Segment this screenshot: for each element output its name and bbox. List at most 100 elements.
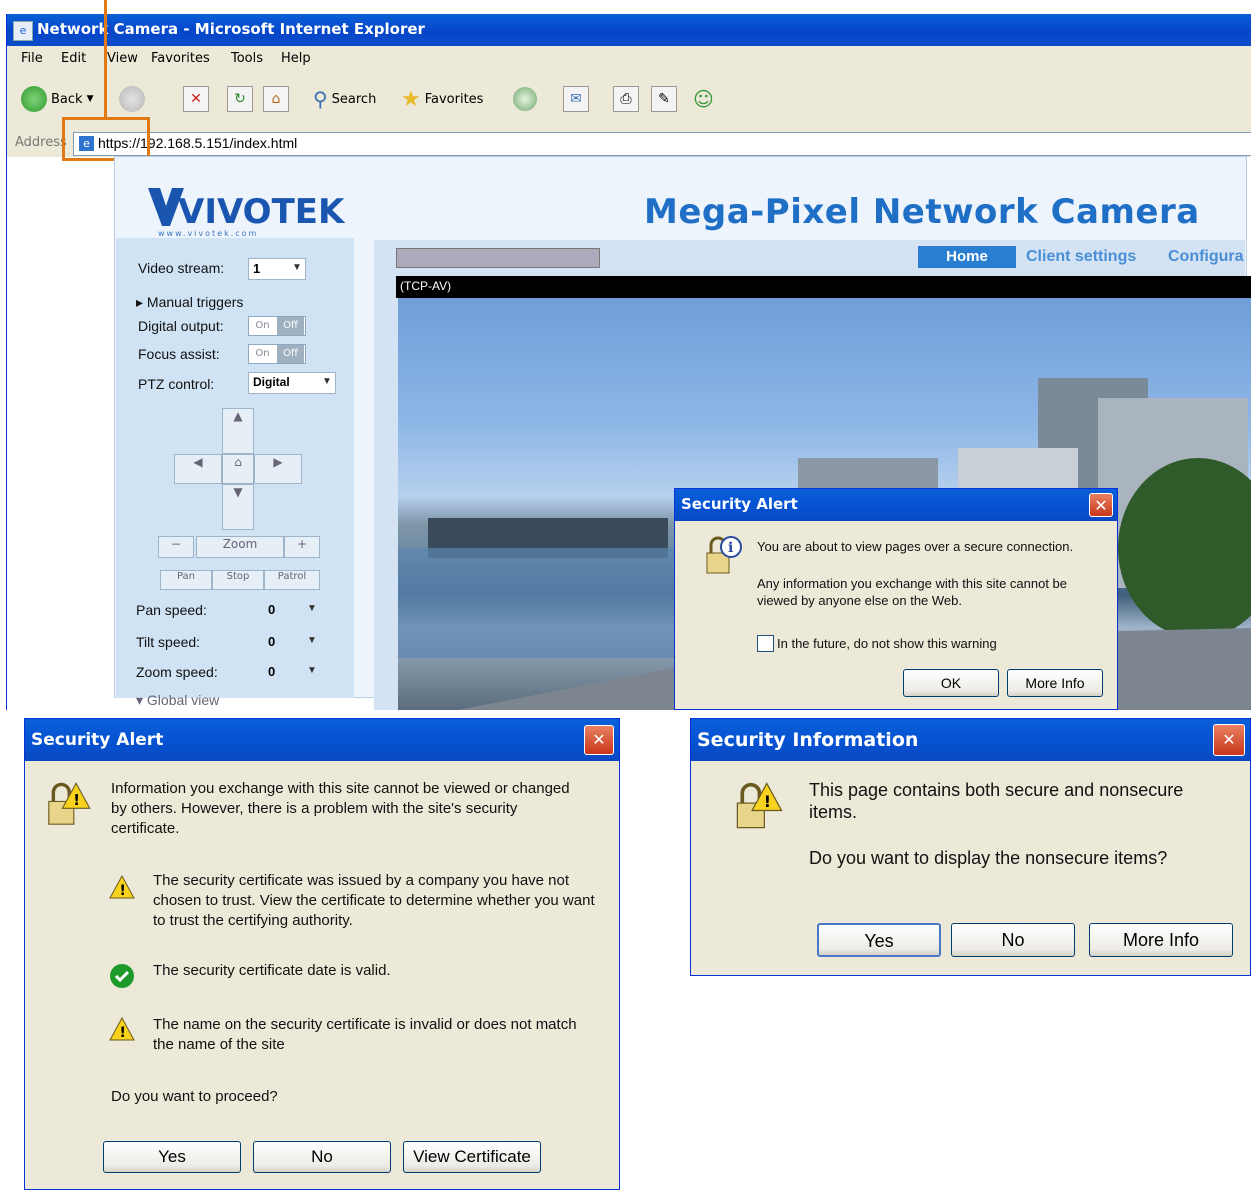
manual-triggers-toggle[interactable]: ▸ Manual triggers <box>136 294 243 311</box>
control-panel: Video stream: 1 ▼ ▸ Manual triggers Digi… <box>116 238 354 708</box>
menu-bar: File Edit View Favorites Tools Help <box>7 46 1251 72</box>
certificate-alert-dialog: Security Alert ✕ ! Information you excha… <box>24 718 620 1190</box>
arrow-down-icon: ▼ <box>233 485 243 499</box>
pan-left-button[interactable]: ◀ <box>174 454 222 484</box>
address-label: Address <box>15 135 67 150</box>
mail-icon: ✉ <box>563 86 589 112</box>
edit-icon: ✎ <box>651 86 677 112</box>
forward-button[interactable] <box>119 84 145 114</box>
dialog-title-bar: Security Alert ✕ <box>675 489 1117 521</box>
zoom-speed-select[interactable]: 0 ▼ <box>260 662 320 682</box>
edit-button[interactable]: ✎ <box>651 84 677 114</box>
pan-right-button[interactable]: ▶ <box>254 454 302 484</box>
ptz-control-select[interactable]: Digital ▼ <box>248 372 336 394</box>
dialog-message: This page contains both secure and nonse… <box>809 780 1184 822</box>
mail-button[interactable]: ✉ <box>563 84 589 114</box>
menu-file[interactable]: File <box>21 51 43 66</box>
arrow-left-icon: ◀ <box>193 455 203 469</box>
history-button[interactable] <box>513 84 537 114</box>
svg-text:!: ! <box>120 1025 126 1041</box>
menu-edit[interactable]: Edit <box>61 51 86 66</box>
menu-help[interactable]: Help <box>281 51 311 66</box>
address-bar: Address e https://192.168.5.151/index.ht… <box>7 130 1251 156</box>
certificate-issuer-warning: The security certificate was issued by a… <box>153 872 595 929</box>
yes-button[interactable]: Yes <box>103 1141 241 1173</box>
address-input[interactable]: e https://192.168.5.151/index.html <box>73 132 1251 156</box>
zoom-in-button[interactable]: + <box>284 536 320 558</box>
menu-tools[interactable]: Tools <box>231 51 263 66</box>
nav-home[interactable]: Home <box>918 246 1016 268</box>
chevron-down-icon: ▼ <box>86 94 94 104</box>
home-position-button[interactable]: ⌂ <box>222 454 254 484</box>
dialog-title-bar: Security Information ✕ <box>691 719 1250 761</box>
search-button[interactable]: ⚲ Search <box>313 84 376 114</box>
title-bar: e Network Camera - Microsoft Internet Ex… <box>7 14 1251 46</box>
forward-arrow-icon <box>119 86 145 112</box>
lock-info-icon: i <box>706 536 742 574</box>
proceed-question: Do you want to proceed? <box>111 1088 278 1105</box>
dialog-message: You are about to view pages over a secur… <box>757 539 1074 554</box>
print-icon: ⎙ <box>613 86 639 112</box>
display-question: Do you want to display the nonsecure ite… <box>809 848 1168 868</box>
warning-icon: ! <box>109 875 135 899</box>
messenger-button[interactable]: ☺ <box>693 84 714 114</box>
digital-output-switch[interactable]: On Off <box>248 316 306 336</box>
refresh-button[interactable]: ↻ <box>227 84 253 114</box>
pan-speed-select[interactable]: 0 ▼ <box>260 600 320 620</box>
nav-configuration[interactable]: Configura <box>1168 248 1244 266</box>
close-icon[interactable]: ✕ <box>584 725 614 755</box>
tilt-down-button[interactable]: ▼ <box>222 484 254 530</box>
annotation-leader-line <box>104 0 107 118</box>
home-icon: ⌂ <box>263 86 289 112</box>
global-view-toggle[interactable]: ▾ Global view <box>136 692 219 709</box>
zoom-speed-label: Zoom speed: <box>136 664 218 680</box>
view-certificate-button[interactable]: View Certificate <box>403 1141 541 1173</box>
yes-button[interactable]: Yes <box>817 923 941 957</box>
back-arrow-icon <box>21 86 47 112</box>
dialog-title: Security Information <box>697 729 919 751</box>
home-button[interactable]: ⌂ <box>263 84 289 114</box>
star-icon: ★ <box>401 86 421 112</box>
page-title: Mega-Pixel Network Camera <box>644 192 1200 232</box>
more-info-button[interactable]: More Info <box>1089 923 1233 957</box>
menu-favorites[interactable]: Favorites <box>151 51 210 66</box>
tilt-up-button[interactable]: ▲ <box>222 408 254 454</box>
tilt-speed-select[interactable]: 0 ▼ <box>260 632 320 652</box>
chevron-down-icon: ▼ <box>292 262 302 273</box>
nav-client-settings[interactable]: Client settings <box>1026 248 1136 266</box>
chevron-right-icon: ▸ <box>136 294 147 310</box>
zoom-label: Zoom <box>196 536 284 558</box>
pan-button[interactable]: Pan <box>160 570 212 590</box>
menu-view[interactable]: View <box>107 51 138 66</box>
focus-assist-switch[interactable]: On Off <box>248 344 306 364</box>
dialog-title-bar: Security Alert ✕ <box>25 719 619 761</box>
annotation-highlight-box <box>62 117 150 161</box>
messenger-icon: ☺ <box>693 87 714 111</box>
back-button[interactable]: Back ▼ <box>21 84 93 114</box>
ptz-control-label: PTZ control: <box>138 376 215 392</box>
print-button[interactable]: ⎙ <box>613 84 639 114</box>
lock-warning-icon: ! <box>736 782 783 829</box>
stop-button[interactable]: Stop <box>212 570 264 590</box>
no-button[interactable]: No <box>951 923 1075 957</box>
close-icon[interactable]: ✕ <box>1213 724 1245 756</box>
home-icon: ⌂ <box>234 455 242 469</box>
close-icon[interactable]: ✕ <box>1089 493 1113 517</box>
view-size-tabs[interactable] <box>396 248 600 268</box>
patrol-button[interactable]: Patrol <box>264 570 320 590</box>
chevron-down-icon: ▾ <box>136 692 147 708</box>
zoom-out-button[interactable]: − <box>158 536 194 558</box>
no-button[interactable]: No <box>253 1141 391 1173</box>
refresh-icon: ↻ <box>227 86 253 112</box>
chevron-down-icon: ▼ <box>322 376 332 387</box>
certificate-date-ok: The security certificate date is valid. <box>153 962 391 979</box>
favorites-button[interactable]: ★ Favorites <box>401 84 483 114</box>
more-info-button[interactable]: More Info <box>1007 669 1103 697</box>
dont-show-checkbox[interactable] <box>757 635 774 652</box>
search-icon: ⚲ <box>313 87 328 111</box>
brand-url: www.vivotek.com <box>158 229 259 238</box>
video-stream-label: Video stream: <box>138 260 225 276</box>
stop-button[interactable]: ✕ <box>183 84 209 114</box>
ok-button[interactable]: OK <box>903 669 999 697</box>
video-stream-select[interactable]: 1 ▼ <box>248 258 306 280</box>
